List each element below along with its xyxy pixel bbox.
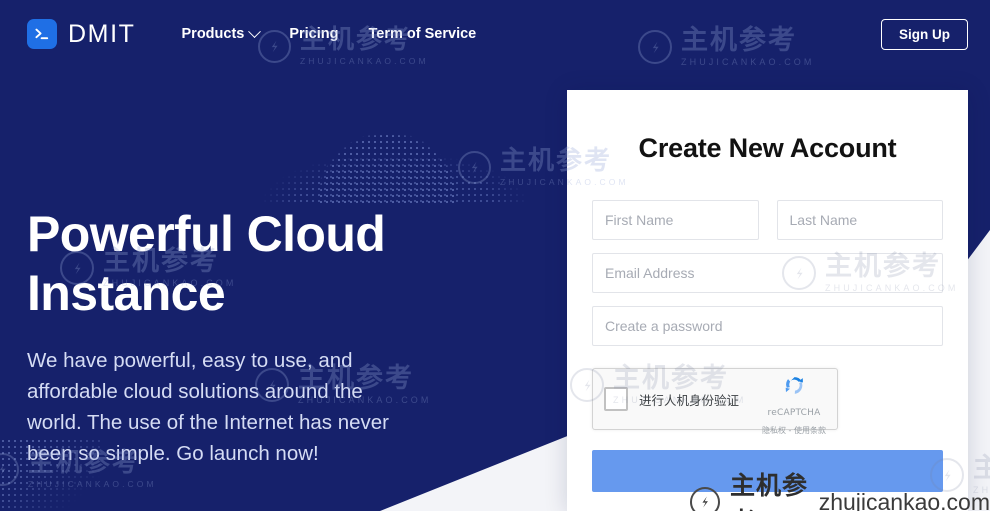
page-root: DMIT Products Pricing Term of Service Si… bbox=[0, 0, 990, 511]
brand-logo-link[interactable]: DMIT bbox=[27, 19, 136, 49]
nav-item-term-of-service[interactable]: Term of Service bbox=[369, 26, 477, 42]
circle-s-icon bbox=[0, 452, 19, 486]
email-input[interactable] bbox=[592, 253, 943, 293]
brand-name: DMIT bbox=[68, 19, 136, 48]
recaptcha-icon bbox=[758, 374, 830, 402]
main-nav: Products Pricing Term of Service bbox=[181, 24, 477, 42]
nav-item-pricing[interactable]: Pricing bbox=[289, 26, 338, 42]
page-title: Powerful Cloud Instance bbox=[27, 205, 477, 323]
chevron-down-icon bbox=[248, 24, 262, 38]
password-input[interactable] bbox=[592, 306, 943, 346]
sign-up-button[interactable]: Sign Up bbox=[881, 19, 968, 50]
nav-item-products[interactable]: Products bbox=[181, 24, 262, 42]
watermark-cn: 主机参考 bbox=[973, 453, 990, 484]
recaptcha-branding: reCAPTCHA 隐私权 - 使用条款 bbox=[758, 374, 830, 438]
recaptcha-brand-name: reCAPTCHA bbox=[767, 408, 821, 418]
dot-pattern-wing bbox=[250, 150, 540, 206]
hero-title-line1: Powerful Cloud bbox=[27, 206, 386, 262]
recaptcha-label: 进行人机身份验证 bbox=[639, 392, 740, 408]
terminal-prompt-icon bbox=[27, 19, 57, 49]
email-field-wrap bbox=[592, 253, 943, 293]
card-title: Create New Account bbox=[638, 133, 897, 163]
hero-section: Powerful Cloud Instance We have powerful… bbox=[27, 205, 477, 470]
nav-item-products-label: Products bbox=[181, 26, 245, 42]
circle-s-icon bbox=[458, 150, 491, 184]
watermark-en: ZHUJICANKAO.COM bbox=[28, 479, 157, 489]
password-field-wrap bbox=[592, 306, 943, 346]
name-fields-row bbox=[592, 200, 943, 240]
create-account-submit-button[interactable] bbox=[592, 450, 943, 492]
dot-pattern-mound bbox=[318, 103, 458, 203]
watermark-en: ZHUJICANKAO.COM bbox=[973, 485, 990, 495]
recaptcha-widget[interactable]: 进行人机身份验证 reCAPTCHA 隐私权 - 使用条款 bbox=[592, 368, 838, 435]
hero-subtitle: We have powerful, easy to use, and affor… bbox=[27, 349, 390, 466]
create-account-card: Create New Account 进行人机身份验证 bbox=[567, 90, 968, 511]
recaptcha-terms[interactable]: 隐私权 - 使用条款 bbox=[762, 426, 826, 435]
last-name-input[interactable] bbox=[776, 200, 943, 240]
recaptcha-checkbox[interactable] bbox=[604, 387, 628, 411]
top-navigation-bar: DMIT Products Pricing Term of Service Si… bbox=[0, 0, 990, 68]
hero-title-line2: Instance bbox=[27, 265, 226, 321]
first-name-input[interactable] bbox=[592, 200, 759, 240]
